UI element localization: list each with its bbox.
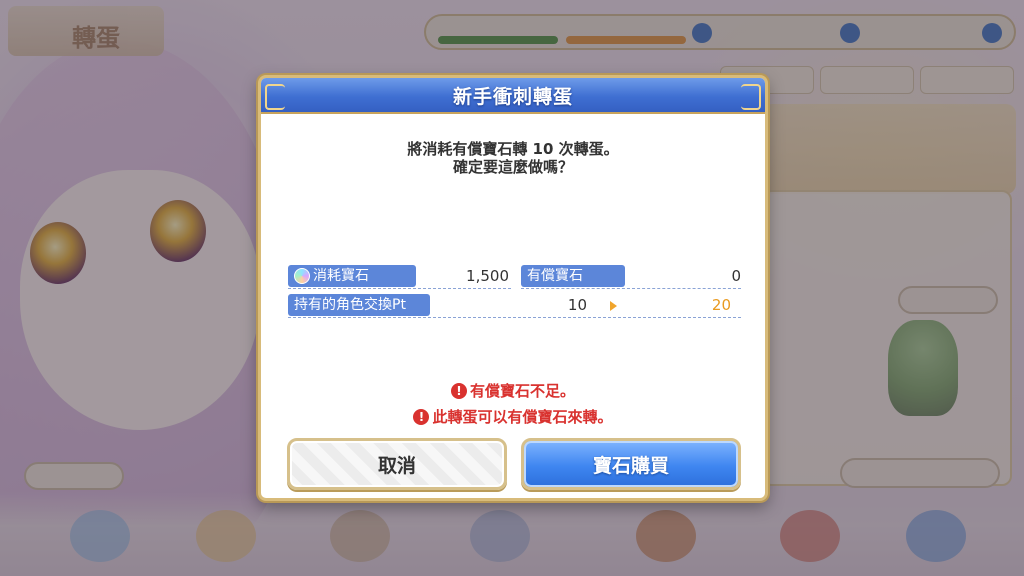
warning-icon: ! [413,408,430,425]
warning-insufficient-text: 有償寶石不足。 [469,382,575,400]
warning-insufficient: ! 有償寶石不足。 [261,380,765,401]
exchange-pt-current: 10 [567,296,587,314]
paid-gems-value: 0 [731,267,741,285]
exchange-pt-row: 持有的角色交換Pt 10 20 [288,294,741,318]
exchange-pt-label: 持有的角色交換Pt [288,294,430,316]
arrow-right-icon [610,301,617,311]
warning-paid-only-text: 此轉蛋可以有償寶石來轉。 [432,408,613,426]
buy-gems-button-label: 寶石購買 [592,454,669,477]
consume-gems-row: 消耗寶石 1,500 [288,265,511,289]
warning-icon: ! [450,382,467,399]
confirm-message-line1: 將消耗有償寶石轉 10 次轉蛋。 [407,140,619,158]
confirm-message-line2: 確定要這麼做嗎？ [452,158,573,176]
confirm-message: 將消耗有償寶石轉 10 次轉蛋。 確定要這麼做嗎？ [261,140,765,176]
cancel-button[interactable]: 取消 [287,438,507,490]
exchange-pt-label-text: 持有的角色交換Pt [294,297,406,313]
dialog-header: 新手衝刺轉蛋 [261,78,765,114]
consume-gems-value: 1,500 [466,267,509,285]
gem-icon [294,268,310,284]
paid-gems-label: 有償寶石 [521,265,625,287]
buy-gems-button[interactable]: 寶石購買 [521,438,741,490]
paid-gems-row: 有償寶石 0 [521,265,741,289]
consume-gems-label: 消耗寶石 [288,265,416,287]
paid-gems-label-text: 有償寶石 [527,268,583,284]
dialog-title: 新手衝刺轉蛋 [452,85,573,108]
consume-gems-label-text: 消耗寶石 [313,268,369,284]
warning-paid-only: ! 此轉蛋可以有償寶石來轉。 [261,406,765,427]
exchange-pt-after: 20 [711,296,731,314]
cancel-button-label: 取消 [377,454,416,477]
gacha-confirm-dialog: 新手衝刺轉蛋 將消耗有償寶石轉 10 次轉蛋。 確定要這麼做嗎？ 消耗寶石 1,… [258,75,768,501]
